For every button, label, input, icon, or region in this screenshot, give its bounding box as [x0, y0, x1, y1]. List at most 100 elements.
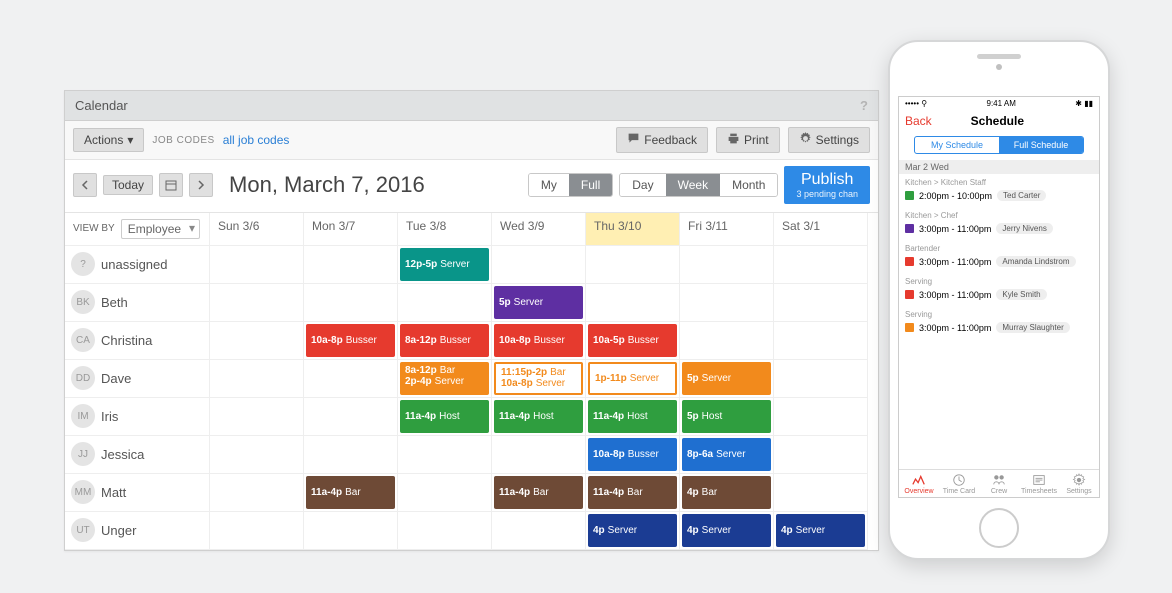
schedule-cell[interactable] [398, 474, 492, 512]
schedule-cell[interactable] [774, 474, 868, 512]
schedule-cell[interactable]: 11:15p-2pBar10a-8pServer [492, 360, 586, 398]
shift-block[interactable]: 11:15p-2pBar10a-8pServer [494, 362, 583, 395]
schedule-cell[interactable]: 11a-4pBar [492, 474, 586, 512]
shift-block[interactable]: 10a-8pBusser [494, 324, 583, 357]
schedule-cell[interactable]: 8p-6aServer [680, 436, 774, 474]
phone-shift-entry[interactable]: 3:00pm - 11:00pm Amanda Lindstrom [899, 254, 1099, 273]
seg-month[interactable]: Month [720, 174, 777, 196]
shift-block[interactable]: 4pServer [588, 514, 677, 547]
view-by-select[interactable]: Employee [121, 219, 200, 239]
schedule-cell[interactable]: 11a-4pHost [492, 398, 586, 436]
seg-my-schedule[interactable]: My Schedule [915, 137, 999, 153]
schedule-cell[interactable] [680, 246, 774, 284]
shift-block[interactable]: 1p-11pServer [588, 362, 677, 395]
schedule-cell[interactable]: 5pHost [680, 398, 774, 436]
shift-block[interactable]: 11a-4pBar [494, 476, 583, 509]
shift-block[interactable]: 11a-4pHost [494, 400, 583, 433]
shift-block[interactable]: 10a-8pBusser [588, 438, 677, 471]
schedule-cell[interactable] [492, 436, 586, 474]
schedule-cell[interactable]: 10a-5pBusser [586, 322, 680, 360]
schedule-cell[interactable]: 5pServer [680, 360, 774, 398]
schedule-cell[interactable] [210, 284, 304, 322]
schedule-cell[interactable] [210, 398, 304, 436]
seg-full[interactable]: Full [569, 174, 612, 196]
schedule-cell[interactable] [774, 398, 868, 436]
today-button[interactable]: Today [103, 175, 153, 195]
schedule-cell[interactable]: 8a-12pBar2p-4pServer [398, 360, 492, 398]
schedule-cell[interactable] [210, 360, 304, 398]
schedule-cell[interactable] [492, 512, 586, 550]
schedule-cell[interactable] [680, 322, 774, 360]
print-button[interactable]: Print [716, 127, 780, 153]
schedule-cell[interactable] [304, 436, 398, 474]
schedule-cell[interactable]: 5pServer [492, 284, 586, 322]
shift-block[interactable]: 11a-4pBar [306, 476, 395, 509]
phone-tab-crew[interactable]: Crew [979, 470, 1019, 497]
seg-full-schedule[interactable]: Full Schedule [999, 137, 1083, 153]
phone-shift-entry[interactable]: 3:00pm - 11:00pm Jerry Nivens [899, 221, 1099, 240]
schedule-cell[interactable]: 11a-4pHost [586, 398, 680, 436]
schedule-cell[interactable] [210, 512, 304, 550]
schedule-cell[interactable] [774, 322, 868, 360]
help-icon[interactable]: ? [860, 91, 868, 121]
settings-button[interactable]: Settings [788, 127, 870, 153]
schedule-cell[interactable] [774, 360, 868, 398]
schedule-cell[interactable]: 10a-8pBusser [492, 322, 586, 360]
shift-block[interactable]: 5pHost [682, 400, 771, 433]
shift-block[interactable]: 8a-12pBar2p-4pServer [400, 362, 489, 395]
schedule-cell[interactable] [398, 284, 492, 322]
schedule-cell[interactable]: 11a-4pBar [304, 474, 398, 512]
prev-button[interactable] [73, 173, 97, 197]
seg-my[interactable]: My [529, 174, 569, 196]
schedule-cell[interactable] [304, 246, 398, 284]
phone-shift-entry[interactable]: 2:00pm - 10:00pm Ted Carter [899, 188, 1099, 207]
shift-block[interactable]: 10a-8pBusser [306, 324, 395, 357]
schedule-cell[interactable]: 1p-11pServer [586, 360, 680, 398]
schedule-cell[interactable] [304, 360, 398, 398]
seg-week[interactable]: Week [666, 174, 720, 196]
schedule-cell[interactable]: 4pServer [680, 512, 774, 550]
shift-block[interactable]: 11a-4pHost [400, 400, 489, 433]
shift-block[interactable]: 5pServer [494, 286, 583, 319]
schedule-cell[interactable] [774, 436, 868, 474]
next-button[interactable] [189, 173, 213, 197]
schedule-cell[interactable]: 10a-8pBusser [304, 322, 398, 360]
schedule-cell[interactable]: 11a-4pBar [586, 474, 680, 512]
schedule-cell[interactable] [774, 246, 868, 284]
shift-block[interactable]: 5pServer [682, 362, 771, 395]
schedule-cell[interactable] [492, 246, 586, 284]
shift-block[interactable]: 11a-4pBar [588, 476, 677, 509]
schedule-cell[interactable]: 4pServer [774, 512, 868, 550]
schedule-cell[interactable] [304, 284, 398, 322]
shift-block[interactable]: 4pServer [776, 514, 865, 547]
phone-tab-timesheets[interactable]: Timesheets [1019, 470, 1059, 497]
actions-dropdown[interactable]: Actions ▾ [73, 128, 144, 152]
shift-block[interactable]: 4pBar [682, 476, 771, 509]
shift-block[interactable]: 4pServer [682, 514, 771, 547]
schedule-cell[interactable] [210, 322, 304, 360]
schedule-cell[interactable] [586, 246, 680, 284]
publish-button[interactable]: Publish 3 pending chan [784, 166, 870, 204]
all-job-codes-link[interactable]: all job codes [223, 133, 290, 147]
schedule-cell[interactable]: 8a-12pBusser [398, 322, 492, 360]
calendar-picker-button[interactable] [159, 173, 183, 197]
home-button[interactable] [979, 508, 1019, 548]
schedule-cell[interactable] [586, 284, 680, 322]
seg-day[interactable]: Day [620, 174, 665, 196]
schedule-cell[interactable]: 11a-4pHost [398, 398, 492, 436]
schedule-cell[interactable] [774, 284, 868, 322]
schedule-cell[interactable]: 4pServer [586, 512, 680, 550]
shift-block[interactable]: 8p-6aServer [682, 438, 771, 471]
schedule-cell[interactable]: 10a-8pBusser [586, 436, 680, 474]
shift-block[interactable]: 10a-5pBusser [588, 324, 677, 357]
schedule-cell[interactable] [398, 436, 492, 474]
phone-tab-time-card[interactable]: Time Card [939, 470, 979, 497]
schedule-cell[interactable] [304, 398, 398, 436]
feedback-button[interactable]: Feedback [616, 127, 708, 153]
schedule-cell[interactable] [210, 474, 304, 512]
schedule-cell[interactable]: 4pBar [680, 474, 774, 512]
phone-shift-entry[interactable]: 3:00pm - 11:00pm Murray Slaughter [899, 320, 1099, 339]
phone-tab-settings[interactable]: Settings [1059, 470, 1099, 497]
phone-tab-overview[interactable]: Overview [899, 470, 939, 497]
schedule-cell[interactable] [304, 512, 398, 550]
